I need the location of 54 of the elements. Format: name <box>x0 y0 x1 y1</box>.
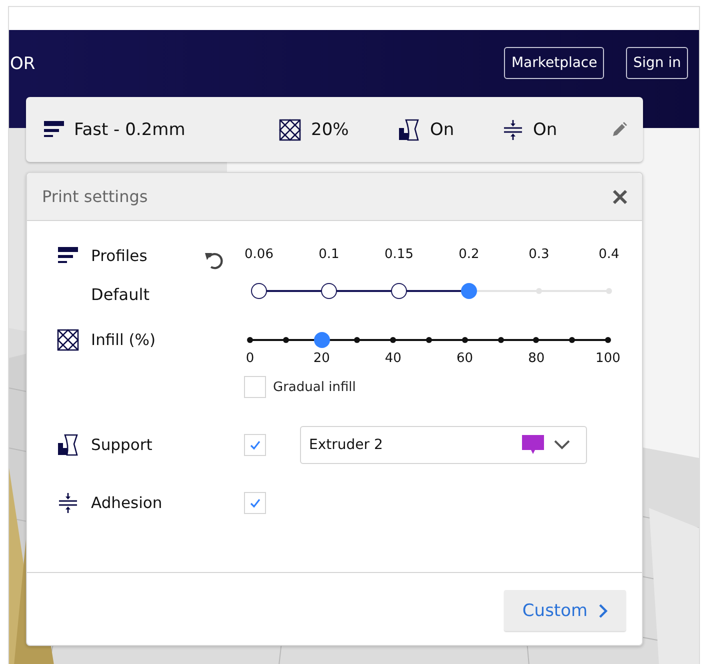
checkbox[interactable] <box>244 434 266 456</box>
undo-icon[interactable] <box>204 250 224 270</box>
slider-stop[interactable] <box>251 283 267 299</box>
axis-label: 100 <box>594 351 622 366</box>
layer-height-label: 0.4 <box>598 247 620 262</box>
slider-stop[interactable] <box>391 283 407 299</box>
close-icon[interactable] <box>612 188 628 204</box>
check-icon <box>248 438 262 452</box>
infill-grid-icon <box>279 118 301 140</box>
layer-height-label: 0.15 <box>384 247 414 262</box>
infill-summary: 20% <box>311 120 349 140</box>
adhesion-icon <box>503 118 523 140</box>
profile-bars-icon <box>58 247 78 265</box>
chevron-down-icon <box>554 440 570 450</box>
panel-title: Print settings <box>42 187 148 206</box>
profile-bars-icon <box>44 120 64 138</box>
profiles-label: Profiles <box>91 247 148 265</box>
check-icon <box>248 496 262 510</box>
checkbox[interactable] <box>244 492 266 514</box>
extruder-dropdown[interactable]: Extruder 2 <box>300 426 587 464</box>
header-button[interactable]: Sign in <box>626 47 688 79</box>
support-icon <box>57 434 79 456</box>
slider-stop[interactable] <box>321 283 337 299</box>
adhesion-icon <box>58 492 78 514</box>
axis-label: 0 <box>244 351 256 366</box>
adhesion-summary: On <box>533 120 558 140</box>
gradual-infill-label: Gradual infill <box>273 380 356 394</box>
chevron-right-icon <box>598 602 608 618</box>
infill-label: Infill (%) <box>91 331 156 349</box>
axis-label: 20 <box>312 351 331 366</box>
pencil-icon[interactable] <box>612 122 627 137</box>
adhesion-label: Adhesion <box>91 494 162 512</box>
layer-height-label: 0.3 <box>528 247 550 262</box>
header-button[interactable]: Marketplace <box>504 47 604 79</box>
axis-label: 40 <box>384 351 402 366</box>
support-summary: On <box>430 120 454 140</box>
app-name: OR <box>10 54 36 74</box>
slider-stop[interactable] <box>606 288 612 294</box>
settings-summary-bar[interactable]: Fast - 0.2mm 20% On On <box>26 97 643 162</box>
infill-grid-icon <box>57 329 79 351</box>
slider-thumb[interactable] <box>314 332 330 348</box>
profile-name: Default <box>91 285 150 304</box>
axis-label: 80 <box>527 351 546 366</box>
layer-height-label: 0.2 <box>458 247 480 262</box>
profile-summary: Fast - 0.2mm <box>74 120 186 140</box>
support-icon <box>398 118 420 140</box>
checkbox[interactable] <box>244 376 266 398</box>
axis-label: 60 <box>456 351 474 366</box>
slider-stop[interactable] <box>536 288 542 294</box>
custom-button[interactable]: Custom <box>504 590 626 631</box>
layer-height-label: 0.1 <box>318 247 340 262</box>
support-label: Support <box>91 436 152 454</box>
layer-height-label: 0.06 <box>244 247 274 262</box>
slider-thumb[interactable] <box>461 283 477 299</box>
